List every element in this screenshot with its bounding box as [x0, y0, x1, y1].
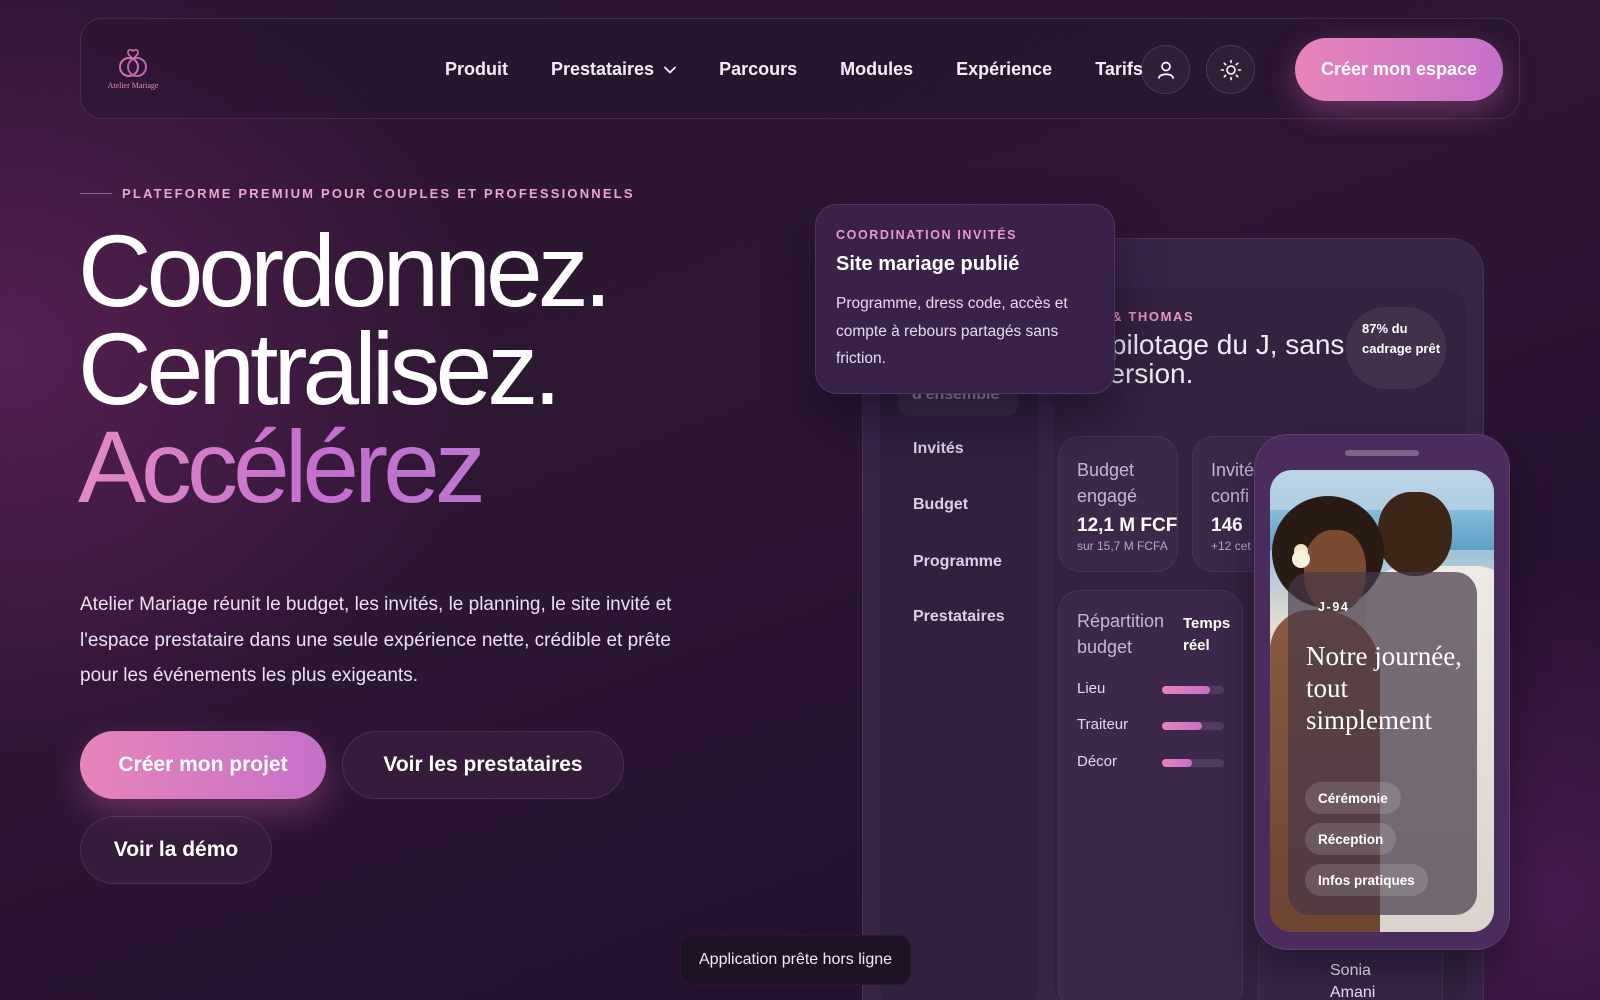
sun-icon — [1220, 59, 1241, 80]
photo-flower — [1292, 550, 1310, 568]
nav-link-parcours[interactable]: Parcours — [719, 59, 797, 80]
live-label: Temps réel — [1183, 615, 1231, 654]
phone-notch — [1345, 450, 1419, 456]
bar-fill — [1162, 759, 1192, 767]
brand-logo[interactable]: Atelier Mariage — [105, 47, 161, 93]
phone-site-title: Notre journée, tout simplement — [1306, 641, 1462, 735]
account-button[interactable] — [1141, 45, 1190, 94]
headline-line-1: Coordonnez. — [78, 214, 612, 328]
view-demo-button[interactable]: Voir la démo — [80, 816, 272, 884]
bar-track-lieu — [1162, 686, 1224, 694]
user-icon — [1157, 61, 1174, 79]
bar-label-decor: Décor — [1077, 753, 1118, 770]
chip-infos-pratiques[interactable]: Infos pratiques — [1305, 864, 1428, 896]
rings-icon — [119, 49, 147, 77]
nav-link-produit[interactable]: Produit — [445, 59, 508, 80]
countdown-badge: J-94 — [1318, 600, 1350, 614]
chip-ceremonie[interactable]: Cérémonie — [1305, 782, 1401, 814]
stat-label: Budget engagé — [1077, 460, 1138, 506]
chevron-down-icon — [664, 66, 676, 74]
budget-breakdown-title: Répartition budget — [1077, 611, 1165, 657]
theme-toggle-button[interactable] — [1206, 45, 1255, 94]
nav-link-experience[interactable]: Expérience — [956, 59, 1052, 80]
headline-line-2: Centralisez. — [78, 312, 562, 426]
create-project-button[interactable]: Créer mon projet — [80, 731, 326, 799]
bar-track-traiteur — [1162, 722, 1224, 730]
stat-sub: sur 15,7 M FCFA — [1077, 539, 1168, 553]
stat-label: Invité confi — [1211, 460, 1255, 506]
eyebrow-line — [80, 193, 112, 194]
hero-lead: Atelier Mariage réunit le budget, les in… — [80, 594, 672, 686]
sidebar-item-prestataires[interactable]: Prestataires — [913, 608, 1005, 626]
hero-eyebrow-text: PLATEFORME PREMIUM POUR COUPLES ET PROFE… — [122, 186, 635, 201]
progress-badge: 87% du cadrage prêt — [1346, 307, 1446, 389]
sidebar-item-budget[interactable]: Budget — [913, 496, 968, 514]
bar-fill — [1162, 722, 1202, 730]
nav-links: Produit Prestataires Parcours Modules Ex… — [445, 19, 1186, 120]
nav-link-tarifs[interactable]: Tarifs — [1095, 59, 1143, 80]
contact-name: Sonia Amani — [1330, 962, 1376, 1000]
top-nav: Atelier Mariage Produit Prestataires Par… — [80, 18, 1520, 119]
hero-eyebrow: PLATEFORME PREMIUM POUR COUPLES ET PROFE… — [80, 186, 635, 201]
nav-link-modules[interactable]: Modules — [840, 59, 913, 80]
stat-value: 12,1 M FCFA — [1077, 515, 1177, 536]
photo-groom-head — [1378, 492, 1452, 576]
create-space-button[interactable]: Créer mon espace — [1295, 38, 1503, 101]
offline-ready-toast: Application prête hors ligne — [680, 935, 912, 985]
bar-fill — [1162, 686, 1211, 694]
brand-name: Atelier Mariage — [107, 81, 159, 90]
float-card-title: Site mariage publié — [836, 253, 1020, 275]
chip-reception[interactable]: Réception — [1305, 823, 1397, 855]
stat-card-budget: Budget engagé 12,1 M FCFA sur 15,7 M FCF… — [1058, 436, 1178, 572]
nav-link-prestataires[interactable]: Prestataires — [551, 59, 676, 80]
hero-headline: Coordonnez. Centralisez. Accélérez — [78, 214, 612, 518]
bar-label-traiteur: Traiteur — [1077, 716, 1129, 733]
bar-label-lieu: Lieu — [1077, 680, 1106, 697]
nav-link-label: Prestataires — [551, 59, 655, 79]
sidebar-item-programme[interactable]: Programme — [913, 553, 1002, 571]
float-card-body: Programme, dress code, accès et compte à… — [836, 295, 1068, 367]
view-vendors-button[interactable]: Voir les prestataires — [342, 731, 624, 799]
float-card-eyebrow: COORDINATION INVITÉS — [836, 228, 1018, 242]
sidebar-item-invites[interactable]: Invités — [913, 440, 964, 458]
bar-track-decor — [1162, 759, 1224, 767]
headline-line-3: Accélérez — [78, 416, 607, 518]
